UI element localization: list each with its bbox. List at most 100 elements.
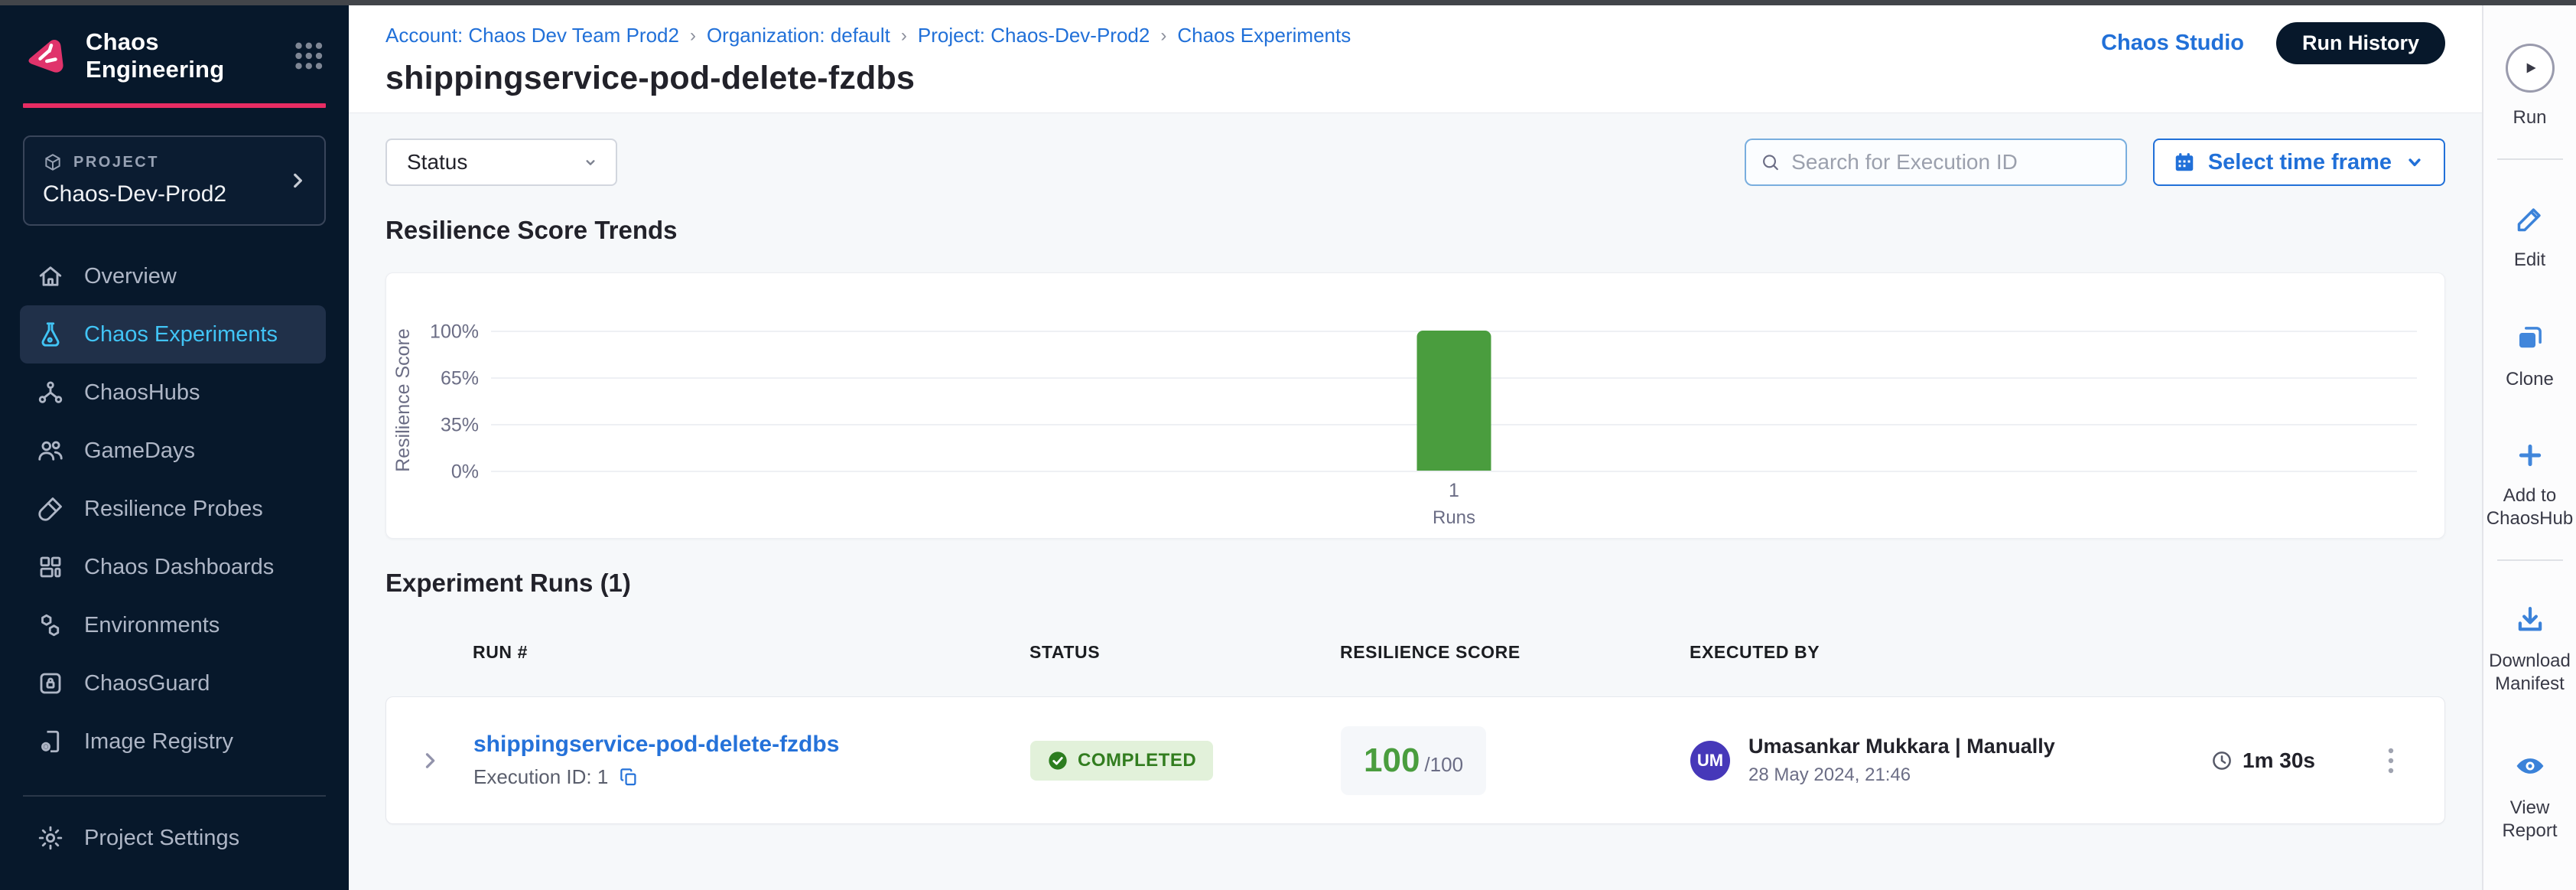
project-label: PROJECT: [73, 154, 159, 171]
sidebar-item-label: ChaosGuard: [84, 671, 210, 696]
sidebar-item-overview[interactable]: Overview: [20, 247, 326, 305]
score-cell: 100 /100: [1341, 726, 1690, 795]
sidebar-item-label: Environments: [84, 613, 220, 638]
run-button-label: Run: [2485, 106, 2575, 129]
sidebar-item-chaoshubs[interactable]: ChaosHubs: [20, 363, 326, 422]
calendar-icon: [2173, 151, 2196, 174]
expand-row-chevron-icon[interactable]: [419, 750, 441, 771]
plus-icon: [2515, 440, 2545, 471]
header-actions: Chaos Studio Run History: [2101, 22, 2445, 64]
sidebar: Chaos Engineering PROJECT Chaos-Dev-Prod…: [0, 5, 349, 890]
chevron-down-icon: [581, 152, 600, 172]
avatar: UM: [1690, 741, 1730, 781]
environments-icon: [37, 611, 64, 639]
breadcrumb-project-link[interactable]: Project: Chaos-Dev-Prod2: [918, 24, 1150, 47]
eye-icon: [2513, 749, 2547, 783]
clone-label: Clone: [2485, 368, 2575, 391]
home-icon: [37, 262, 64, 290]
sidebar-item-label: Overview: [84, 264, 177, 289]
sidebar-bottom: Project Settings: [0, 795, 349, 867]
chevron-right-icon[interactable]: [288, 171, 307, 191]
resilience-trends-title: Resilience Score Trends: [385, 216, 2445, 245]
sidebar-item-resilience-probes[interactable]: Resilience Probes: [20, 480, 326, 538]
guard-lock-icon: [37, 670, 64, 697]
clone-icon: [2514, 322, 2546, 354]
edit-button[interactable]: Edit: [2485, 203, 2575, 272]
column-executed-by: EXECUTED BY: [1690, 642, 2210, 663]
experiment-run-link[interactable]: shippingservice-pod-delete-fzdbs: [473, 732, 839, 758]
pencil-icon: [2514, 203, 2546, 235]
sidebar-item-label: Chaos Experiments: [84, 322, 278, 347]
sidebar-item-label: ChaosHubs: [84, 380, 200, 406]
sidebar-item-environments[interactable]: Environments: [20, 596, 326, 654]
chaos-engineering-logo-icon: [23, 33, 69, 79]
status-badge: COMPLETED: [1030, 741, 1213, 781]
resilience-score-bar[interactable]: [1417, 331, 1491, 471]
column-status: STATUS: [1029, 642, 1340, 663]
copy-icon[interactable]: [619, 767, 639, 787]
probe-icon: [37, 495, 64, 523]
breadcrumb-account-link[interactable]: Account: Chaos Dev Team Prod2: [385, 24, 679, 47]
registry-icon: [37, 728, 64, 755]
executed-on-date: 28 May 2024, 21:46: [1748, 764, 2055, 786]
sidebar-item-chaosguard[interactable]: ChaosGuard: [20, 654, 326, 712]
row-menu-kebab-icon[interactable]: [2375, 745, 2402, 777]
download-manifest-button[interactable]: Download Manifest: [2485, 604, 2575, 696]
search-input[interactable]: [1791, 150, 2112, 174]
project-selector[interactable]: PROJECT Chaos-Dev-Prod2: [23, 135, 326, 226]
breadcrumb-separator: ›: [1160, 25, 1166, 47]
project-name: Chaos-Dev-Prod2: [43, 181, 306, 207]
column-run: RUN #: [473, 642, 1029, 663]
y-tick: 35%: [405, 414, 479, 436]
sidebar-item-label: GameDays: [84, 438, 195, 464]
run-cell: shippingservice-pod-delete-fzdbs Executi…: [473, 732, 1030, 789]
clock-icon: [2210, 749, 2233, 772]
download-manifest-label: Download Manifest: [2485, 650, 2575, 696]
people-icon: [37, 437, 64, 465]
execution-id: Execution ID: 1: [473, 765, 608, 789]
sidebar-item-project-settings[interactable]: Project Settings: [20, 809, 326, 867]
sidebar-item-chaos-experiments[interactable]: Chaos Experiments: [20, 305, 326, 363]
sidebar-divider: [23, 795, 326, 797]
app-switcher-grid-icon[interactable]: [292, 38, 326, 73]
sidebar-item-label: Project Settings: [84, 826, 239, 851]
gear-icon: [37, 824, 64, 852]
chaos-engineering-app: Chaos Engineering PROJECT Chaos-Dev-Prod…: [0, 0, 2576, 890]
flask-icon: [37, 321, 64, 348]
breadcrumb-organization-link[interactable]: Organization: default: [707, 24, 890, 47]
time-frame-button[interactable]: Select time frame: [2153, 139, 2445, 186]
rail-divider: [2497, 559, 2563, 561]
chaos-studio-link[interactable]: Chaos Studio: [2101, 31, 2244, 56]
chart-y-axis-label: Resilience Score: [392, 328, 415, 472]
app-title: Chaos Engineering: [86, 28, 292, 83]
experiment-run-row: shippingservice-pod-delete-fzdbs Executi…: [385, 696, 2445, 824]
sidebar-item-label: Chaos Dashboards: [84, 555, 274, 580]
clone-button[interactable]: Clone: [2485, 322, 2575, 391]
breadcrumb-separator: ›: [690, 25, 696, 47]
sidebar-item-image-registry[interactable]: Image Registry: [20, 712, 326, 771]
y-tick: 0%: [405, 461, 479, 484]
status-filter-dropdown[interactable]: Status: [385, 139, 617, 186]
score-value: 100: [1364, 742, 1420, 780]
brand: Chaos Engineering: [0, 5, 349, 83]
filter-row: Status: [385, 139, 2445, 186]
experiment-runs-title: Experiment Runs (1): [385, 569, 2445, 598]
view-report-button[interactable]: View Report: [2485, 749, 2575, 843]
run-history-button[interactable]: Run History: [2276, 22, 2445, 64]
dashboard-icon: [37, 553, 64, 581]
download-icon: [2514, 604, 2546, 636]
breadcrumb-page-link[interactable]: Chaos Experiments: [1177, 24, 1351, 47]
sidebar-item-gamedays[interactable]: GameDays: [20, 422, 326, 480]
sidebar-item-chaos-dashboards[interactable]: Chaos Dashboards: [20, 538, 326, 596]
check-circle-icon: [1047, 750, 1068, 771]
sidebar-nav: Overview Chaos Experiments ChaosHubs: [0, 247, 349, 771]
status-text: COMPLETED: [1078, 750, 1196, 771]
main-body: Status: [349, 113, 2482, 824]
view-report-label: View Report: [2485, 797, 2575, 843]
status-cell: COMPLETED: [1030, 741, 1341, 781]
gridline: 0%: [491, 471, 2417, 472]
status-filter-label: Status: [407, 150, 467, 174]
score-total: /100: [1424, 753, 1463, 777]
add-to-chaoshub-button[interactable]: Add to ChaosHub: [2485, 440, 2575, 530]
run-button[interactable]: [2506, 44, 2555, 93]
